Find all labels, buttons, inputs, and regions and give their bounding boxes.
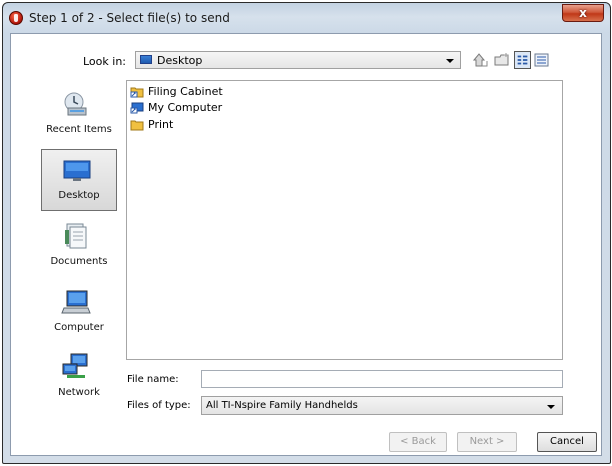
computer-icon — [61, 290, 91, 314]
close-icon: x — [579, 6, 587, 20]
place-network[interactable]: Network — [41, 347, 117, 409]
files-of-type-label: Files of type: — [127, 400, 191, 411]
file-name: My Computer — [148, 101, 223, 114]
file-list[interactable]: Filing Cabinet My Computer Print — [126, 80, 563, 360]
file-name: Filing Cabinet — [148, 85, 223, 98]
files-of-type-value: All TI-Nspire Family Handhelds — [206, 400, 358, 411]
shortcut-folder-icon — [130, 87, 144, 98]
chevron-down-icon — [446, 59, 454, 63]
window-title: Step 1 of 2 - Select file(s) to send — [29, 11, 230, 25]
back-button[interactable]: < Back — [389, 432, 447, 452]
title-bar[interactable]: Step 1 of 2 - Select file(s) to send x — [3, 3, 610, 33]
network-icon — [62, 353, 88, 378]
computer-shortcut-icon — [130, 102, 144, 114]
dialog-client: Look in: Desktop Recent Items Desktop Do… — [10, 33, 602, 456]
place-label: Documents — [50, 256, 108, 267]
new-folder-icon[interactable] — [493, 51, 511, 69]
file-name: Print — [148, 118, 174, 131]
cancel-button[interactable]: Cancel — [537, 432, 597, 452]
files-of-type-dropdown[interactable]: All TI-Nspire Family Handhelds — [201, 396, 563, 415]
look-in-dropdown[interactable]: Desktop — [135, 51, 461, 69]
look-in-label: Look in: — [83, 55, 126, 68]
places-bar: Recent Items Desktop Documents Computer … — [21, 82, 121, 444]
place-recent-items[interactable]: Recent Items — [41, 84, 117, 146]
dialog-window: Step 1 of 2 - Select file(s) to send x L… — [2, 2, 611, 464]
documents-icon — [65, 223, 87, 249]
file-name-label: File name: — [127, 374, 179, 385]
place-label: Desktop — [58, 190, 100, 201]
file-chooser-panel: Look in: Desktop Recent Items Desktop Do… — [11, 34, 601, 455]
next-button[interactable]: Next > — [457, 432, 517, 452]
place-label: Computer — [54, 322, 104, 333]
place-label: Network — [58, 387, 100, 398]
up-folder-icon[interactable] — [473, 51, 489, 69]
recent-items-icon — [64, 92, 87, 116]
desktop-icon — [140, 55, 152, 64]
folder-icon — [130, 120, 144, 131]
list-view-icon[interactable] — [514, 51, 531, 69]
place-computer[interactable]: Computer — [41, 282, 117, 344]
ti-app-icon — [9, 11, 23, 25]
file-name-input[interactable] — [201, 370, 563, 388]
desktop-icon — [63, 160, 91, 181]
place-documents[interactable]: Documents — [41, 216, 117, 278]
place-label: Recent Items — [46, 124, 112, 135]
place-desktop[interactable]: Desktop — [41, 149, 117, 211]
close-button[interactable]: x — [562, 4, 604, 22]
look-in-value: Desktop — [157, 54, 203, 67]
chevron-down-icon — [547, 405, 555, 409]
details-view-icon[interactable] — [533, 51, 550, 69]
